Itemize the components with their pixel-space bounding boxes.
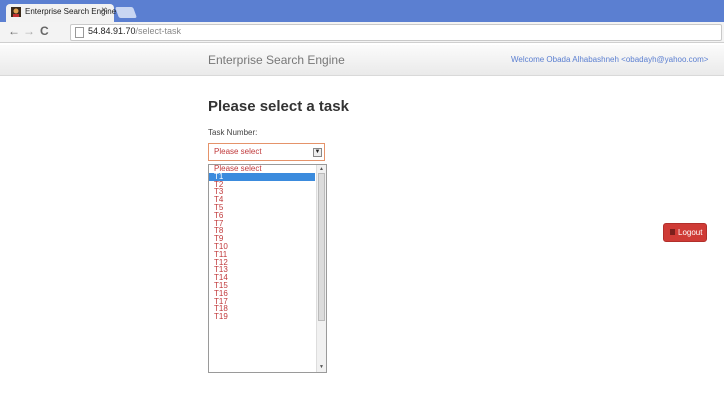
dropdown-option[interactable]: T4	[209, 196, 315, 204]
browser-tab-bar: Enterprise Search Engine ×	[0, 0, 724, 22]
task-number-dropdown-list[interactable]: Please select T1 T2 T3 T4 T5 T6 T7 T8 T9 T10 T11 T12…	[208, 164, 327, 373]
scroll-up-icon[interactable]: ▲	[319, 166, 324, 172]
logout-button[interactable]: Logout	[663, 223, 707, 242]
dropdown-option[interactable]: T6	[209, 211, 315, 220]
dropdown-option[interactable]: T3	[209, 188, 315, 196]
dropdown-scrollbar[interactable]: ▲ ▼	[316, 165, 326, 372]
select-dropdown-arrow-icon[interactable]: ▼	[313, 148, 322, 157]
select-value: Please select	[214, 147, 262, 156]
site-brand[interactable]: Enterprise Search Engine	[208, 53, 345, 67]
scroll-down-icon[interactable]: ▼	[319, 364, 324, 370]
back-icon[interactable]: ←	[8, 24, 20, 38]
task-number-label: Task Number:	[208, 128, 258, 137]
dropdown-option[interactable]: T5	[209, 204, 315, 212]
url-path: /select-task	[135, 26, 182, 36]
dropdown-option[interactable]: T7	[209, 219, 315, 228]
browser-tab[interactable]: Enterprise Search Engine ×	[6, 4, 116, 22]
scrollbar-thumb[interactable]	[318, 173, 325, 321]
page-icon	[75, 27, 84, 38]
dropdown-options: Please select T1 T2 T3 T4 T5 T6 T7 T8 T9 T10 T11 T12…	[209, 165, 315, 321]
dropdown-option[interactable]: T1	[209, 172, 315, 181]
site-header: Enterprise Search Engine Welcome Obada A…	[0, 45, 724, 76]
new-tab-button[interactable]	[114, 7, 138, 18]
page-title: Please select a task	[208, 98, 349, 115]
url-text: 54.84.91.70/select-task	[88, 26, 181, 36]
url-host: 54.84.91.70	[88, 26, 136, 36]
forward-icon[interactable]: →	[23, 24, 35, 38]
dropdown-option[interactable]: T19	[209, 313, 315, 321]
dropdown-option[interactable]: T2	[209, 180, 315, 189]
address-bar[interactable]: 54.84.91.70/select-task	[70, 24, 722, 41]
tab-close-icon[interactable]: ×	[101, 5, 107, 16]
browser-toolbar: ← → C 54.84.91.70/select-task	[0, 22, 724, 43]
reload-icon[interactable]: C	[40, 24, 49, 38]
dropdown-option[interactable]: T8	[209, 227, 315, 235]
lock-icon	[670, 229, 675, 235]
welcome-user-link[interactable]: Welcome Obada Alhabashneh <obadayh@yahoo…	[511, 55, 708, 64]
logout-label: Logout	[678, 228, 703, 237]
app-favicon-icon	[11, 7, 21, 17]
dropdown-option[interactable]: Please select	[209, 165, 315, 173]
task-number-select[interactable]: Please select ▼	[208, 143, 325, 161]
